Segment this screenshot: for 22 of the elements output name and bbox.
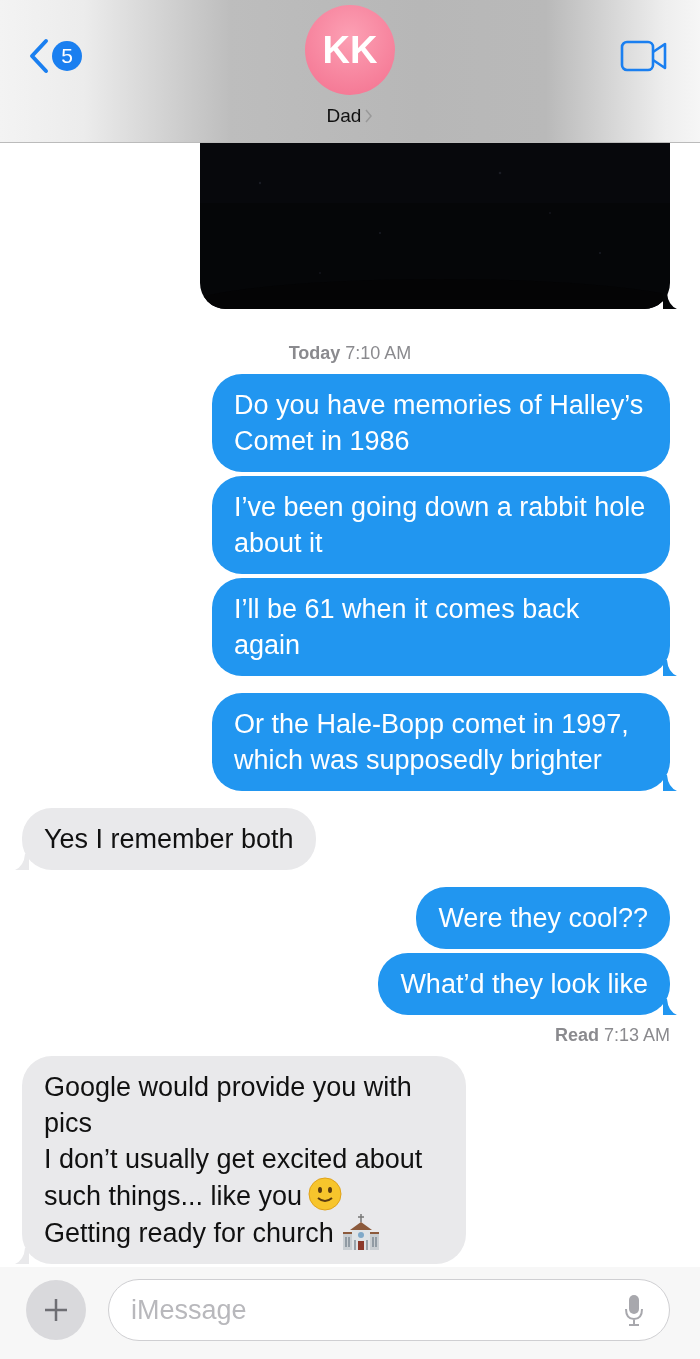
message-bubble: Were they cool?? xyxy=(416,887,670,949)
smiley-icon xyxy=(308,1177,343,1211)
bubble-tail xyxy=(663,775,677,791)
chevron-icon xyxy=(365,109,374,123)
bubble-tail xyxy=(663,293,677,309)
add-button[interactable] xyxy=(26,1280,86,1340)
back-icon xyxy=(28,38,50,74)
contact-name[interactable]: Dad xyxy=(326,105,374,127)
contact-avatar[interactable]: KK xyxy=(305,5,395,95)
back-button[interactable]: 5 xyxy=(0,0,120,142)
unread-badge: 5 xyxy=(52,41,82,71)
message-bubble: Do you have memories of Halley’s Comet in 1986 xyxy=(212,374,670,472)
video-call-icon[interactable] xyxy=(620,40,668,72)
message-bubble: I’ve been going down a rabbit hole about it xyxy=(212,476,670,574)
microphone-icon[interactable] xyxy=(624,1294,644,1326)
plus-icon xyxy=(44,1298,68,1322)
church-icon xyxy=(341,1214,380,1250)
bubble-tail xyxy=(663,660,677,676)
bubble-tail xyxy=(663,999,677,1015)
read-receipt: Read 7:13 AM xyxy=(554,1025,670,1046)
timestamp: Today 7:10 AM xyxy=(288,343,412,364)
message-field[interactable]: iMessage xyxy=(108,1279,670,1341)
